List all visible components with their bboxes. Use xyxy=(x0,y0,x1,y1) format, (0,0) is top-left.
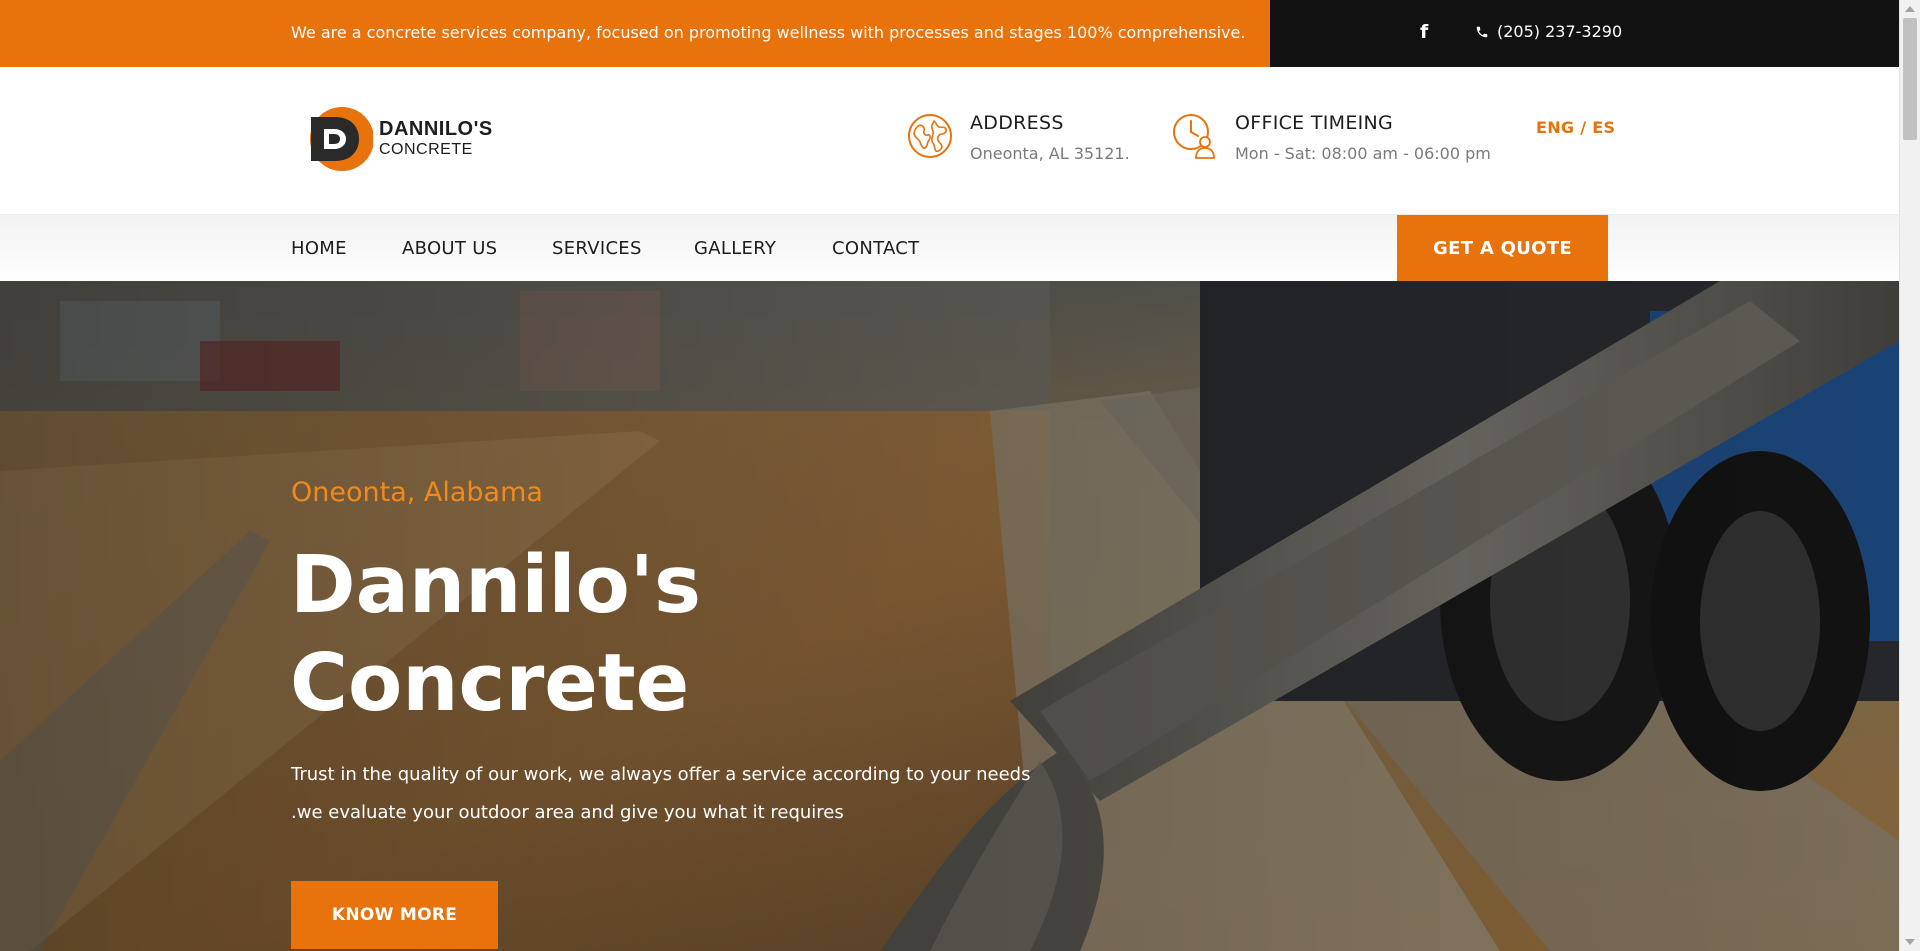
scroll-up-arrow-icon[interactable] xyxy=(1905,6,1915,12)
logo-d-icon xyxy=(310,107,373,171)
hero-banner: Oneonta, Alabama Dannilo's Concrete Trus… xyxy=(0,281,1899,951)
hero-title-line1: Dannilo's xyxy=(290,539,702,631)
hero-overlay xyxy=(0,281,1899,951)
site-logo[interactable]: DANNILO'S CONCRETE xyxy=(309,105,493,173)
scroll-down-arrow-icon[interactable] xyxy=(1905,939,1915,945)
top-bar-contact-area: f (205) 237-3290 xyxy=(1270,0,1899,67)
top-bar: We are a concrete services company, focu… xyxy=(0,0,1899,67)
main-nav: HOME ABOUT US SERVICES GALLERY CONTACT G… xyxy=(0,214,1899,282)
facebook-icon[interactable]: f xyxy=(1420,21,1434,43)
nav-home[interactable]: HOME xyxy=(291,238,347,259)
hero-title-line2: Concrete xyxy=(290,637,690,729)
phone-link[interactable]: (205) 237-3290 xyxy=(1475,22,1622,41)
nav-about-us[interactable]: ABOUT US xyxy=(402,238,497,259)
nav-services[interactable]: SERVICES xyxy=(552,238,642,259)
language-switch[interactable]: ENG / ES xyxy=(1536,118,1615,137)
hero-description: Trust in the quality of our work, we alw… xyxy=(291,756,1031,832)
logo-line2: CONCRETE xyxy=(379,141,473,159)
site-header: DANNILO'S CONCRETE ADDRESS Oneonta, AL 3… xyxy=(0,67,1899,214)
office-hours-block: OFFICE TIMEING Mon - Sat: 08:00 am - 06:… xyxy=(1171,112,1491,163)
know-more-button[interactable]: KNOW MORE xyxy=(291,881,498,949)
address-text: ADDRESS Oneonta, AL 35121. xyxy=(970,112,1130,163)
scrollbar-thumb[interactable] xyxy=(1903,18,1917,140)
top-bar-message-area: We are a concrete services company, focu… xyxy=(0,0,1270,67)
logo-text: DANNILO'S CONCRETE xyxy=(379,118,493,159)
get-a-quote-button[interactable]: GET A QUOTE xyxy=(1397,215,1608,282)
top-bar-message: We are a concrete services company, focu… xyxy=(291,23,1246,42)
hero-title: Dannilo's Concrete xyxy=(290,536,701,732)
hero-location: Oneonta, Alabama xyxy=(291,477,543,508)
address-block: ADDRESS Oneonta, AL 35121. xyxy=(906,112,1130,163)
office-hours-text: OFFICE TIMEING Mon - Sat: 08:00 am - 06:… xyxy=(1235,112,1491,163)
office-hours-value: Mon - Sat: 08:00 am - 06:00 pm xyxy=(1235,144,1491,163)
clock-person-icon xyxy=(1173,114,1215,159)
nav-contact[interactable]: CONTACT xyxy=(832,238,919,259)
logo-line1: DANNILO'S xyxy=(379,118,493,141)
globe-icon xyxy=(908,114,952,158)
hero-description-line2: .we evaluate your outdoor area and give … xyxy=(291,802,844,823)
nav-gallery[interactable]: GALLERY xyxy=(694,238,776,259)
phone-number: (205) 237-3290 xyxy=(1497,22,1623,41)
page-scrollbar[interactable] xyxy=(1899,0,1920,951)
phone-icon xyxy=(1476,26,1488,37)
address-value: Oneonta, AL 35121. xyxy=(970,144,1130,163)
hero-description-line1: Trust in the quality of our work, we alw… xyxy=(291,764,1031,785)
address-title: ADDRESS xyxy=(970,112,1064,134)
office-hours-title: OFFICE TIMEING xyxy=(1235,112,1394,134)
